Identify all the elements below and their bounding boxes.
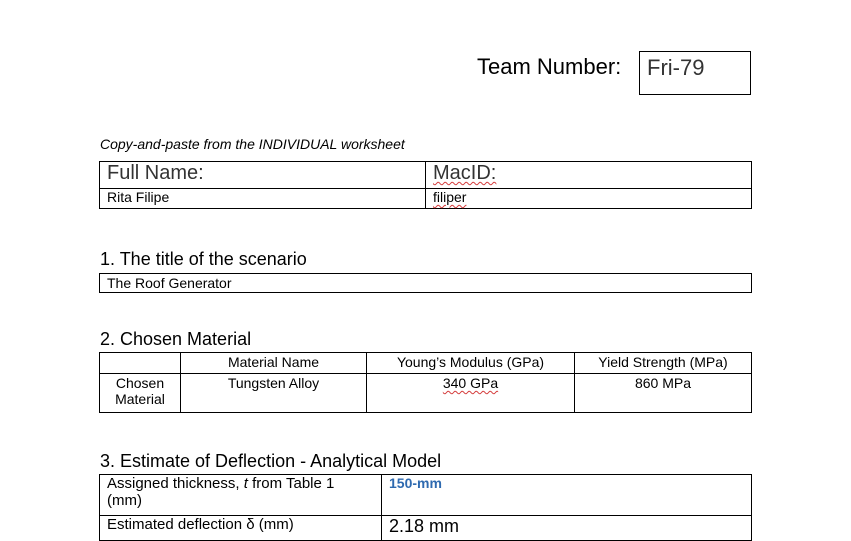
chosen-material-row-label: Chosen Material bbox=[99, 373, 181, 413]
material-table: Material Name Young’s Modulus (GPa) Yiel… bbox=[99, 352, 752, 413]
scenario-title-field[interactable]: The Roof Generator bbox=[99, 273, 752, 293]
team-number-field[interactable]: Fri-79 bbox=[639, 51, 751, 95]
section-heading-deflection-estimate: 3. Estimate of Deflection - Analytical M… bbox=[100, 451, 442, 471]
youngs-modulus-value[interactable]: 340 GPa bbox=[366, 373, 575, 413]
section-heading-scenario-title: 1. The title of the scenario bbox=[100, 249, 307, 269]
macid-header: MacID: bbox=[425, 161, 752, 189]
yield-strength-value[interactable]: 860 MPa bbox=[574, 373, 752, 413]
thickness-label: Assigned thickness, t from Table 1 (mm) bbox=[99, 474, 382, 516]
name-table: Full Name: MacID: Rita Filipe filiper bbox=[99, 161, 752, 209]
estimate-table: Assigned thickness, t from Table 1 (mm) … bbox=[99, 474, 752, 541]
deflection-label: Estimated deflection δ (mm) bbox=[99, 515, 382, 541]
full-name-header: Full Name: bbox=[99, 161, 426, 189]
material-name-header: Material Name bbox=[180, 352, 367, 374]
thickness-value[interactable]: 150-mm bbox=[381, 474, 752, 516]
section-heading-chosen-material: 2. Chosen Material bbox=[100, 329, 252, 349]
yield-strength-header: Yield Strength (MPa) bbox=[574, 352, 752, 374]
team-number-label: Team Number: bbox=[477, 54, 622, 79]
macid-value[interactable]: filiper bbox=[425, 188, 752, 209]
deflection-value[interactable]: 2.18 mm bbox=[381, 515, 752, 541]
material-header-empty bbox=[99, 352, 181, 374]
youngs-modulus-header: Young’s Modulus (GPa) bbox=[366, 352, 575, 374]
worksheet-caption: Copy-and-paste from the INDIVIDUAL works… bbox=[100, 136, 405, 152]
full-name-value[interactable]: Rita Filipe bbox=[99, 188, 426, 209]
material-name-value[interactable]: Tungsten Alloy bbox=[180, 373, 367, 413]
